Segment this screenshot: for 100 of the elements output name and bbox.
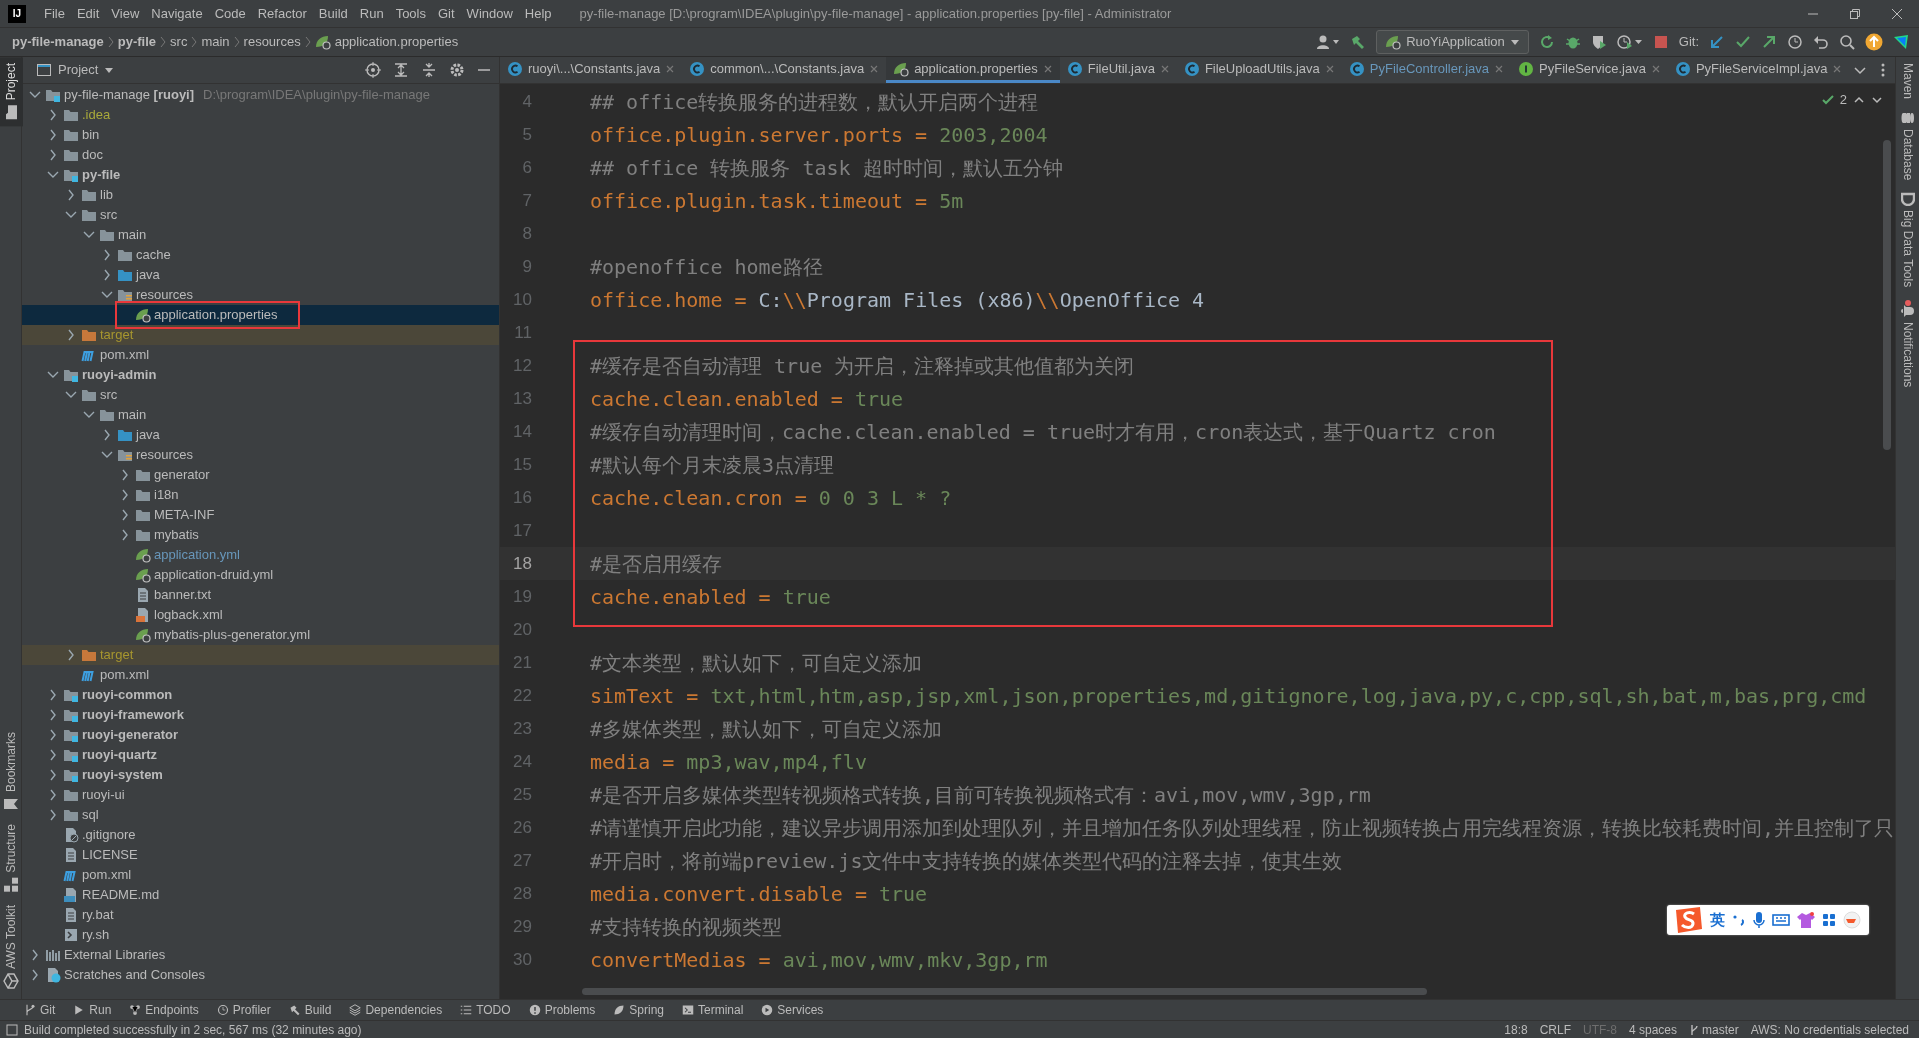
search-icon[interactable] <box>1839 34 1855 50</box>
tree-item[interactable]: README.md <box>22 885 499 905</box>
tool-window-button[interactable]: Spring <box>613 1001 664 1019</box>
tree-item[interactable]: Scratches and Consoles <box>22 965 499 985</box>
tree-item[interactable]: sql <box>22 805 499 825</box>
tool-window-tab[interactable]: Database <box>1895 105 1919 187</box>
user-icon[interactable] <box>1316 34 1341 50</box>
tree-item[interactable]: ruoyi-system <box>22 765 499 785</box>
tool-window-tab[interactable]: Bookmarks <box>0 726 23 819</box>
tree-item[interactable]: mybatis-plus-generator.yml <box>22 625 499 645</box>
arrow-icon[interactable] <box>1709 34 1725 50</box>
tool-window-button[interactable]: Run <box>73 1001 112 1019</box>
shirt-icon[interactable] <box>1797 912 1815 928</box>
tree-item[interactable]: logback.xml <box>22 605 499 625</box>
breadcrumb[interactable]: application.properties <box>312 32 461 52</box>
status-item[interactable]: 4 spaces <box>1629 1020 1677 1038</box>
run-config-dropdown[interactable]: RuoYiApplication <box>1376 30 1529 54</box>
settings-icon[interactable] <box>449 62 465 78</box>
tree-item[interactable]: py-file <box>22 165 499 185</box>
tree-item[interactable]: bin <box>22 125 499 145</box>
status-item[interactable]: AWS: No credentials selected <box>1750 1020 1909 1038</box>
breadcrumb[interactable]: py-file <box>115 32 159 52</box>
scrollbar[interactable] <box>582 988 1427 995</box>
tree-item[interactable]: target <box>22 645 499 665</box>
menu-item[interactable]: Git <box>432 3 461 24</box>
tree-item[interactable]: resources <box>22 285 499 305</box>
menu-item[interactable]: Help <box>518 3 558 24</box>
tool-window-button[interactable]: TODO <box>460 1001 511 1019</box>
tool-window-button[interactable]: Terminal <box>682 1001 744 1019</box>
ime-mode-label[interactable]: 英 <box>1710 908 1725 932</box>
tool-window-tab[interactable]: Structure <box>0 818 23 899</box>
tree-item[interactable]: main <box>22 225 499 245</box>
tree-item[interactable]: main <box>22 405 499 425</box>
tool-window-tab[interactable]: Big Data Tools <box>1895 186 1919 294</box>
menu-item[interactable]: Refactor <box>251 3 313 24</box>
keyboard-icon[interactable] <box>1772 913 1790 927</box>
menu-item[interactable]: File <box>38 3 71 24</box>
menu-item[interactable]: Code <box>208 3 252 24</box>
arrow-icon[interactable] <box>1761 34 1777 50</box>
tool-window-button[interactable]: Services <box>761 1001 824 1019</box>
tree-item[interactable]: External Libraries <box>22 945 499 965</box>
tree-item[interactable]: ry.sh <box>22 925 499 945</box>
menu-item[interactable]: View <box>105 3 146 24</box>
collapse-all-icon[interactable] <box>421 62 437 78</box>
undo-icon[interactable] <box>1813 34 1829 50</box>
tree-item[interactable]: ruoyi-ui <box>22 785 499 805</box>
editor-tab[interactable]: common\...\Constants.java <box>682 57 887 83</box>
status-item[interactable]: CRLF <box>1539 1020 1571 1038</box>
tree-item[interactable]: LICENSE <box>22 845 499 865</box>
stop-icon[interactable] <box>1652 34 1669 50</box>
status-item[interactable]: master <box>1689 1020 1739 1038</box>
status-item[interactable]: 18:8 <box>1504 1020 1528 1038</box>
check-icon[interactable] <box>1735 34 1751 50</box>
tool-window-tab[interactable]: Notifications <box>1895 293 1919 393</box>
expand-all-icon[interactable] <box>393 62 409 78</box>
update-icon[interactable] <box>1865 33 1883 51</box>
editor-tab[interactable]: PyFileService.java <box>1511 57 1668 83</box>
tree-item[interactable]: .idea <box>22 105 499 125</box>
menu-item[interactable]: Run <box>353 3 390 24</box>
close-icon[interactable] <box>665 63 676 74</box>
tree-item[interactable]: application.yml <box>22 545 499 565</box>
grid-icon[interactable] <box>1822 913 1836 927</box>
tool-window-button[interactable]: Dependencies <box>349 1001 443 1019</box>
locate-icon[interactable] <box>365 62 381 78</box>
editor-tab[interactable]: PyFileController.java <box>1341 57 1511 83</box>
clock-play-icon[interactable] <box>1616 34 1643 50</box>
tree-item[interactable]: java <box>22 265 499 285</box>
tree-item[interactable]: application-druid.yml <box>22 565 499 585</box>
tool-window-tab[interactable]: Project <box>0 57 23 127</box>
tool-window-button[interactable]: Build <box>288 1001 332 1019</box>
menu-item[interactable]: Navigate <box>145 3 209 24</box>
tool-window-button[interactable]: Endpoints <box>129 1001 199 1019</box>
breadcrumb[interactable]: py-file-manage <box>10 32 106 52</box>
project-view-dropdown[interactable]: Project <box>30 59 121 81</box>
tree-item[interactable]: META-INF <box>22 505 499 525</box>
tree-item[interactable]: ruoyi-common <box>22 685 499 705</box>
window-icon[interactable] <box>6 1023 18 1036</box>
tree-item[interactable]: src <box>22 205 499 225</box>
breadcrumb[interactable]: src <box>168 32 190 52</box>
tree-item[interactable]: pom.xml <box>22 345 499 365</box>
tree-item[interactable]: pom.xml <box>22 665 499 685</box>
close-icon[interactable] <box>1324 63 1335 74</box>
editor-tab[interactable]: ruoyi\...\Constants.java <box>500 57 683 83</box>
tool-window-tab[interactable]: AWS Toolkit <box>0 898 23 995</box>
tree-item[interactable]: i18n <box>22 485 499 505</box>
tool-window-button[interactable]: Profiler <box>216 1001 271 1019</box>
tool-window-tab[interactable]: Maven <box>1895 57 1919 106</box>
s-logo-icon[interactable] <box>1673 906 1703 934</box>
tree-item[interactable]: py-file-manage [ruoyi] D:\program\IDEA\plugin\py-file-manage <box>22 85 499 105</box>
tree-item[interactable]: .gitignore <box>22 825 499 845</box>
tree-item[interactable]: doc <box>22 145 499 165</box>
close-icon[interactable] <box>869 63 880 74</box>
close-icon[interactable] <box>1650 63 1661 74</box>
tree-item[interactable]: application.properties <box>22 305 499 325</box>
microphone-icon[interactable] <box>1753 911 1765 929</box>
tree-item[interactable]: pom.xml <box>22 865 499 885</box>
menu-item[interactable]: Tools <box>389 3 432 24</box>
tree-item[interactable]: ruoyi-generator <box>22 725 499 745</box>
close-icon[interactable] <box>1042 63 1053 74</box>
tree-item[interactable]: ruoyi-quartz <box>22 745 499 765</box>
